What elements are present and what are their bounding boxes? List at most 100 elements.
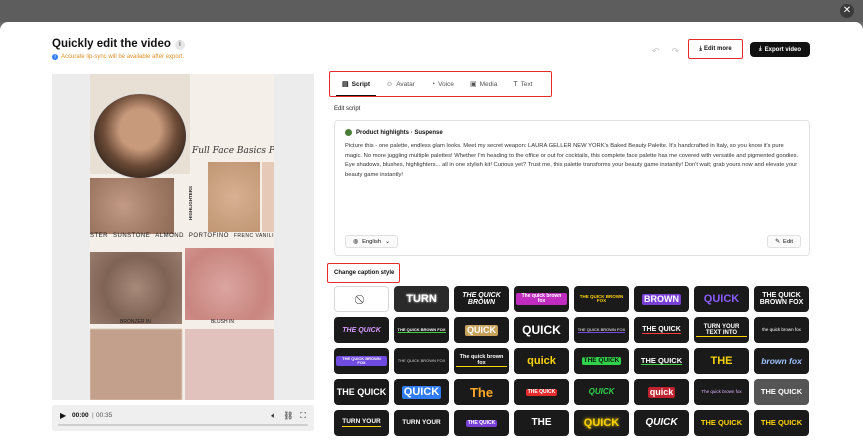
play-icon[interactable]: ▶ [60,411,66,420]
caption-style-tile[interactable]: THE QUICK BROWN FOX [394,317,449,343]
export-video-button[interactable]: ⤓ Export video [750,42,810,57]
script-editor[interactable]: Product highlights · Suspense Picture th… [334,120,810,256]
caption-style-tile[interactable]: The quick brown fox [514,286,569,312]
caption-style-tile[interactable]: THE QUICK [574,348,629,374]
lip-sync-notice: i Accurate lip-sync will be available af… [52,54,184,60]
edit-script-label: Edit script [334,106,361,112]
tab-script[interactable]: ▤ Script [334,74,378,96]
caption-style-tile[interactable]: BROWN [634,286,689,312]
caption-style-tile[interactable]: quick [634,379,689,405]
tab-label: Text [520,80,533,88]
caption-style-text: QUICK [583,416,620,429]
close-icon[interactable]: ✕ [840,4,854,18]
caption-style-text: QUICK [588,387,615,396]
chevron-down-icon: ⌄ [385,238,390,245]
swatch [262,162,274,232]
caption-style-tile[interactable]: THE QUICK BROWN FOX [334,348,389,374]
caption-style-text: THE QUICK BROWN FOX [577,326,626,333]
caption-style-tile[interactable]: THE QUICK [754,410,809,436]
caption-style-tile[interactable]: THE QUICK [694,410,749,436]
tab-media[interactable]: ▣ Media [462,74,505,94]
caption-style-text: The quick brown fox [456,354,507,367]
caption-style-text: THE QUICK [760,418,803,428]
caption-style-tile[interactable]: THE QUICK [634,317,689,343]
caption-style-tile[interactable]: THE QUICK BROWN [454,286,509,312]
edit-script-button[interactable]: ✎ Edit [767,235,801,248]
language-value: English [362,238,382,245]
caption-style-tile[interactable]: QUICK [574,379,629,405]
caption-style-tile[interactable]: THE QUICK BROWN FOX [754,286,809,312]
swatch [185,248,274,320]
tab-avatar[interactable]: ☺ Avatar [378,74,423,94]
caption-style-text: THE QUICK [640,355,683,366]
palette-title: Full Face Basics Pal [192,146,274,156]
caption-style-text: THE QUICK [700,418,743,428]
caption-style-tile[interactable]: QUICK [634,410,689,436]
tab-voice[interactable]: ◔ Voice [423,74,462,94]
caption-style-tile[interactable]: THE QUICK [754,379,809,405]
caption-style-tile[interactable]: quick [514,348,569,374]
fullscreen-icon[interactable]: ⛶ [300,411,306,421]
caption-style-tile[interactable]: QUICK [394,379,449,405]
caption-style-tile[interactable]: THE [514,410,569,436]
quick-edit-dialog: Quickly edit the video i i Accurate lip-s… [0,22,863,447]
swatch-label: BLUSH IN [210,319,234,325]
caption-style-text: THE QUICK [581,356,622,366]
backdrop [0,0,863,22]
caption-style-tile[interactable]: THE QUICK [454,410,509,436]
caption-style-tile[interactable]: THE QUICK [334,317,389,343]
player-icons: 🔈︎ ⛓︎ ⛶ [271,411,306,421]
info-icon[interactable]: i [174,40,185,50]
caption-style-tile[interactable]: The [454,379,509,405]
caption-style-tile[interactable]: the quick brown fox [754,317,809,343]
undo-icon[interactable]: ↶ [652,46,660,57]
swatch [185,329,274,400]
caption-style-tile[interactable]: The quick brown fox [454,348,509,374]
script-icon: ▤ [342,81,349,88]
volume-icon[interactable]: 🔈︎ [271,411,276,421]
swatch-label: FRENC VANILI [233,233,274,239]
edit-more-button[interactable]: ⤓ Edit more [691,42,740,56]
video-preview: Full Face Basics Pal HIGHLIGHTERS STER S… [52,74,314,400]
caption-style-tile[interactable]: The quick brown fox [694,379,749,405]
caption-style-none[interactable]: ⃠ [334,286,389,312]
caption-style-tile[interactable]: QUICK [574,410,629,436]
caption-style-text: THE QUICK BROWN FOX [336,356,387,366]
redo-icon[interactable]: ↷ [672,46,680,57]
caption-style-text: QUICK [645,417,678,428]
caption-style-tile[interactable]: THE QUICK BROWN FOX [574,286,629,312]
caption-style-tile[interactable]: THE QUICK [334,379,389,405]
notice-text: Accurate lip-sync will be available afte… [61,54,185,60]
caption-style-tile[interactable]: QUICK [514,317,569,343]
caption-style-text: quick [527,354,556,367]
caption-style-text: TURN YOUR TEXT INTO [696,324,747,337]
caption-style-tile[interactable]: THE QUICK BROWN FOX [394,348,449,374]
caption-style-tile[interactable]: THE [694,348,749,374]
caption-style-tile[interactable]: QUICK [694,286,749,312]
tab-label: Script [351,80,371,88]
caption-style-tile[interactable]: TURN [394,286,449,312]
caption-style-text: THE QUICK BROWN FOX [759,292,804,306]
caption-style-text: THE QUICK [642,326,681,334]
history-controls: ↶ ↷ [652,46,679,57]
caption-style-tile[interactable]: TURN YOUR TEXT INTO [694,317,749,343]
caption-style-tile[interactable]: THE QUICK BROWN FOX [574,317,629,343]
script-text[interactable]: Picture this - one palette, endless glam… [345,142,801,180]
caption-style-text: QUICK [703,292,740,305]
video-frame[interactable]: Full Face Basics Pal HIGHLIGHTERS STER S… [90,74,274,400]
caption-style-text: QUICK [465,324,498,336]
caption-style-tile[interactable]: THE QUICK [514,379,569,405]
caption-style-tile[interactable]: TURN YOUR [334,410,389,436]
caption-style-text: The quick brown fox [516,293,567,305]
link-icon[interactable]: ⛓︎ [283,411,293,421]
language-select[interactable]: ◍ English ⌄ [345,235,398,248]
caption-style-tile[interactable]: QUICK [454,317,509,343]
caption-style-tile[interactable]: brown fox [754,348,809,374]
caption-style-text: TURN YOUR [402,418,441,426]
avatar-icon: ☺ [386,80,394,88]
caption-style-tile[interactable]: THE QUICK [634,348,689,374]
tab-text[interactable]: T Text [505,74,540,94]
script-heading-text: Product highlights · Suspense [356,129,443,136]
progress-bar[interactable] [58,424,308,426]
caption-style-tile[interactable]: TURN YOUR [394,410,449,436]
